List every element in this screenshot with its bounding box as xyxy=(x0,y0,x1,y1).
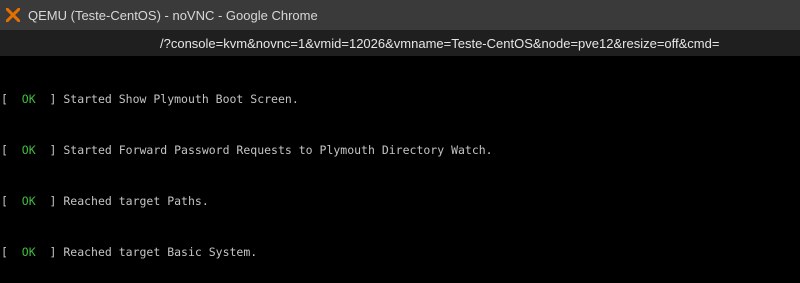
window-titlebar[interactable]: QEMU (Teste-CentOS) - noVNC - Google Chr… xyxy=(0,0,800,30)
url-field[interactable]: /?console=kvm&novnc=1&vmid=12026&vmname=… xyxy=(0,30,800,57)
status-bracket-close: ] xyxy=(35,194,64,208)
vnc-console-screen[interactable]: [ OK ] Started Show Plymouth Boot Screen… xyxy=(0,56,800,283)
boot-message: Reached target Paths. xyxy=(63,194,209,208)
boot-message: Reached target Basic System. xyxy=(63,245,258,259)
status-bracket-close: ] xyxy=(35,143,64,157)
status-bracket-close: ] xyxy=(35,245,64,259)
status-ok: OK xyxy=(21,143,36,157)
boot-log-line: [ OK ] Reached target Paths. xyxy=(1,193,493,210)
status-bracket-open: [ xyxy=(1,92,22,106)
url-text: /?console=kvm&novnc=1&vmid=12026&vmname=… xyxy=(160,35,720,51)
status-ok: OK xyxy=(21,194,36,208)
status-bracket-open: [ xyxy=(1,194,22,208)
boot-log-line: [ OK ] Started Show Plymouth Boot Screen… xyxy=(1,91,493,108)
proxmox-x-icon xyxy=(6,8,20,22)
status-bracket-open: [ xyxy=(1,143,22,157)
window-title: QEMU (Teste-CentOS) - noVNC - Google Chr… xyxy=(28,7,318,23)
status-ok: OK xyxy=(21,245,36,259)
boot-log-line: [ OK ] Started Forward Password Requests… xyxy=(1,142,493,159)
status-bracket-open: [ xyxy=(1,245,22,259)
url-redacted-area xyxy=(0,30,160,56)
status-bracket-close: ] xyxy=(35,92,64,106)
boot-message: Started Forward Password Requests to Ply… xyxy=(63,143,493,157)
address-bar: /?console=kvm&novnc=1&vmid=12026&vmname=… xyxy=(0,30,800,57)
boot-message: Started Show Plymouth Boot Screen. xyxy=(63,92,299,106)
browser-window: QEMU (Teste-CentOS) - noVNC - Google Chr… xyxy=(0,0,800,283)
boot-log: [ OK ] Started Show Plymouth Boot Screen… xyxy=(1,57,493,283)
boot-log-line: [ OK ] Reached target Basic System. xyxy=(1,244,493,261)
status-ok: OK xyxy=(21,92,36,106)
